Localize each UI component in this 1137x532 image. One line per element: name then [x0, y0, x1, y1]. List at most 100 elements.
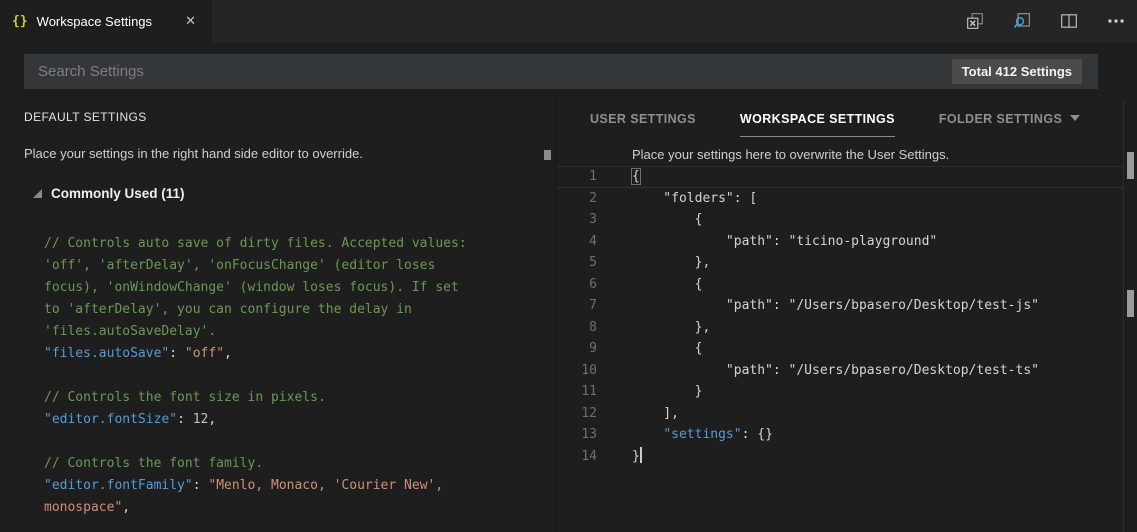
- search-input[interactable]: [24, 54, 1098, 89]
- code-text: // Controls the font size in pixels.: [44, 387, 326, 409]
- code-line: // Controls auto save of dirty files. Ac…: [44, 233, 543, 255]
- code-text: monospace",: [44, 497, 130, 519]
- more-actions-icon[interactable]: [1103, 8, 1129, 34]
- line-number: 1: [557, 166, 597, 188]
- code-text: to 'afterDelay', you can configure the d…: [44, 299, 412, 321]
- default-settings-header: DEFAULT SETTINGS: [24, 110, 147, 124]
- workspace-settings-pane: USER SETTINGS WORKSPACE SETTINGS FOLDER SE…: [557, 100, 1137, 532]
- code-line: 14}: [557, 446, 1123, 468]
- line-number: 7: [557, 295, 597, 317]
- section-commonly-used[interactable]: Commonly Used (11): [33, 186, 185, 201]
- line-number: 14: [557, 446, 597, 468]
- overview-ruler-marker: [544, 150, 551, 160]
- code-text: {: [597, 209, 702, 231]
- code-line: // Controls the font family.: [44, 453, 543, 475]
- line-number: 5: [557, 252, 597, 274]
- code-text: ],: [597, 403, 679, 425]
- close-editors-icon[interactable]: [962, 8, 988, 34]
- text-cursor: [640, 447, 642, 463]
- code-line: // Controls the font size in pixels.: [44, 387, 543, 409]
- line-number: 8: [557, 317, 597, 339]
- code-line: monospace",: [44, 497, 543, 519]
- open-search-icon[interactable]: [1009, 8, 1035, 34]
- code-line: 'files.autoSaveDelay'.: [44, 321, 543, 343]
- code-text: "path": "/Users/bpasero/Desktop/test-js": [597, 295, 1039, 317]
- code-text: "files.autoSave": "off",: [44, 343, 232, 365]
- code-text: },: [597, 317, 710, 339]
- code-text: 'files.autoSaveDelay'.: [44, 321, 216, 343]
- code-text: "path": "ticino-playground": [597, 231, 937, 253]
- line-number: 12: [557, 403, 597, 425]
- line-number: 11: [557, 381, 597, 403]
- settings-scope-tabs: USER SETTINGS WORKSPACE SETTINGS FOLDER SE…: [590, 112, 1080, 137]
- tab-workspace-settings[interactable]: WORKSPACE SETTINGS: [740, 112, 895, 137]
- default-settings-pane: DEFAULT SETTINGS Place your settings in …: [0, 100, 556, 532]
- code-line: to 'afterDelay', you can configure the d…: [44, 299, 543, 321]
- code-line: [44, 431, 543, 453]
- code-text: "settings": {}: [597, 424, 773, 446]
- json-file-icon: {}: [12, 14, 28, 29]
- code-line: "editor.fontFamily": "Menlo, Monaco, 'Co…: [44, 475, 543, 497]
- code-line: 4 "path": "ticino-playground": [557, 231, 1123, 253]
- code-text: // Controls the font family.: [44, 453, 263, 475]
- code-text: }: [597, 381, 702, 403]
- tab-label: WORKSPACE SETTINGS: [740, 112, 895, 126]
- code-line: 1{: [557, 166, 1123, 188]
- code-line: 2 "folders": [: [557, 188, 1123, 210]
- code-text: "path": "/Users/bpasero/Desktop/test-ts": [597, 360, 1039, 382]
- code-line: 'off', 'afterDelay', 'onFocusChange' (ed…: [44, 255, 543, 277]
- settings-count-badge: Total 412 Settings: [952, 59, 1082, 84]
- code-line: 13 "settings": {}: [557, 424, 1123, 446]
- code-line: [44, 365, 543, 387]
- code-text: },: [597, 252, 710, 274]
- line-number: 10: [557, 360, 597, 382]
- code-text: "editor.fontSize": 12,: [44, 409, 216, 431]
- editor-toolbar: [962, 0, 1129, 42]
- tab-title: Workspace Settings: [37, 14, 152, 29]
- line-number: 13: [557, 424, 597, 446]
- overview-ruler-marker: [1127, 152, 1134, 179]
- code-text: {: [597, 274, 702, 296]
- default-settings-description: Place your settings in the right hand si…: [24, 146, 363, 161]
- default-settings-code: // Controls auto save of dirty files. Ac…: [44, 233, 543, 519]
- code-line: 9 {: [557, 338, 1123, 360]
- tab-label: FOLDER SETTINGS: [939, 112, 1062, 126]
- section-label: Commonly Used (11): [51, 186, 185, 201]
- code-text: {: [597, 338, 702, 360]
- close-tab-icon[interactable]: ✕: [181, 11, 200, 31]
- code-line: "editor.fontSize": 12,: [44, 409, 543, 431]
- workspace-settings-code[interactable]: 1{2 "folders": [3 {4 "path": "ticino-pla…: [557, 166, 1123, 467]
- code-line: "files.autoSave": "off",: [44, 343, 543, 365]
- code-text: focus), 'onWindowChange' (window loses f…: [44, 277, 459, 299]
- line-number: 3: [557, 209, 597, 231]
- tab-label: USER SETTINGS: [590, 112, 696, 126]
- tab-user-settings[interactable]: USER SETTINGS: [590, 112, 696, 137]
- line-number: 2: [557, 188, 597, 210]
- code-line: 3 {: [557, 209, 1123, 231]
- code-text: {: [597, 166, 640, 188]
- code-text: 'off', 'afterDelay', 'onFocusChange' (ed…: [44, 255, 435, 277]
- code-text: }: [597, 446, 642, 468]
- split-editor-icon[interactable]: [1056, 8, 1082, 34]
- code-line: 8 },: [557, 317, 1123, 339]
- tab-folder-settings[interactable]: FOLDER SETTINGS: [939, 112, 1080, 137]
- line-number: 9: [557, 338, 597, 360]
- code-line: focus), 'onWindowChange' (window loses f…: [44, 277, 543, 299]
- code-line: 11 }: [557, 381, 1123, 403]
- overview-ruler-marker: [1127, 290, 1134, 317]
- code-line: 10 "path": "/Users/bpasero/Desktop/test-…: [557, 360, 1123, 382]
- chevron-down-icon[interactable]: [1070, 115, 1080, 121]
- code-text: "editor.fontFamily": "Menlo, Monaco, 'Co…: [44, 475, 443, 497]
- code-line: 5 },: [557, 252, 1123, 274]
- code-line: 6 {: [557, 274, 1123, 296]
- code-line: 12 ],: [557, 403, 1123, 425]
- collapse-twistie-icon: [33, 189, 42, 198]
- tab-workspace-settings[interactable]: {} Workspace Settings ✕: [0, 0, 212, 42]
- line-number: 4: [557, 231, 597, 253]
- workspace-settings-description: Place your settings here to overwrite th…: [632, 147, 949, 162]
- line-number: 6: [557, 274, 597, 296]
- code-line: 7 "path": "/Users/bpasero/Desktop/test-j…: [557, 295, 1123, 317]
- code-text: // Controls auto save of dirty files. Ac…: [44, 233, 467, 255]
- overview-ruler: [1123, 100, 1137, 532]
- code-text: "folders": [: [597, 188, 757, 210]
